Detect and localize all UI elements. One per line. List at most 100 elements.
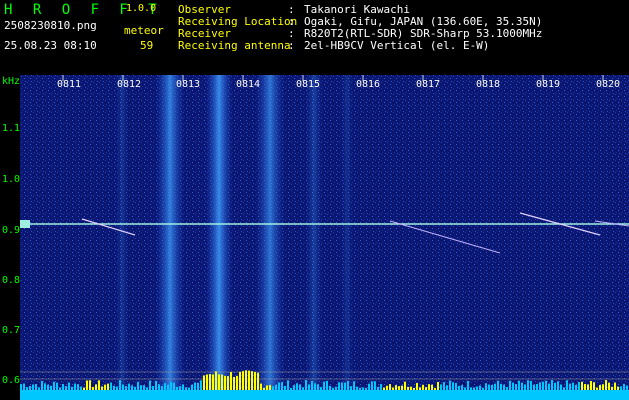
level-bar-segment [185, 387, 187, 390]
level-bar-segment [434, 387, 436, 390]
level-bar-segment [302, 387, 304, 390]
level-bar-segment [563, 387, 565, 390]
meteor-count: 59 [140, 39, 154, 52]
level-bar-segment [266, 385, 268, 390]
level-bar-segment [95, 384, 97, 390]
level-bar-segment [560, 384, 562, 390]
noise-band [255, 75, 285, 400]
level-bar-segment [239, 371, 241, 390]
noise-band [305, 75, 323, 400]
level-bar-segment [191, 384, 193, 390]
level-bar-segment [332, 387, 334, 390]
level-bar-segment [497, 380, 499, 390]
level-bar-segment [176, 386, 178, 390]
level-bar-segment [182, 384, 184, 390]
level-bar-segment [41, 380, 43, 390]
level-bar-segment [398, 386, 400, 390]
level-bar-segment [170, 381, 172, 390]
level-bar-segment [602, 384, 604, 390]
level-bar-segment [617, 386, 619, 390]
level-bar-segment [62, 384, 64, 390]
level-bar-segment [449, 380, 451, 390]
level-bar-segment [74, 383, 76, 390]
info-label-antenna: Receiving antenna [178, 39, 291, 52]
level-bar-segment [581, 381, 583, 390]
level-bar-segment [359, 387, 361, 390]
level-bar-segment [320, 386, 322, 390]
level-bar-segment [350, 386, 352, 390]
level-bar-segment [236, 375, 238, 390]
level-bar-segment [539, 382, 541, 390]
header-panel: H R O F F T 1.0.0 2508230810.png meteor … [0, 0, 629, 72]
spectrogram-background [20, 75, 629, 400]
level-bar-segment [89, 380, 91, 390]
level-bar-segment [71, 386, 73, 390]
level-bar-segment [506, 387, 508, 390]
level-bar-segment [134, 386, 136, 390]
level-bar-segment [158, 384, 160, 390]
level-bar-segment [374, 381, 376, 390]
level-bar-segment [626, 385, 628, 390]
level-bar-segment [461, 385, 463, 390]
level-bar-segment [197, 382, 199, 390]
level-bar-segment [101, 386, 103, 390]
level-bar-segment [533, 384, 535, 390]
level-bar-segment [218, 374, 220, 390]
level-bar-segment [32, 384, 34, 390]
y-tick-label: 0.7 [2, 325, 21, 336]
level-bar-segment [518, 380, 520, 390]
info-separator: : [288, 39, 295, 52]
level-bar-segment [257, 372, 259, 390]
carrier-blip [20, 220, 30, 228]
level-bar-segment [464, 387, 466, 390]
level-bar-segment [596, 387, 598, 390]
level-bar-segment [296, 383, 298, 390]
level-bar-segment [419, 387, 421, 390]
level-bar-segment [326, 380, 328, 390]
level-bar-segment [38, 387, 40, 390]
level-bar-segment [137, 381, 139, 390]
level-bar-segment [26, 387, 28, 390]
level-bar-segment [173, 382, 175, 390]
app-version: 1.0.0 [126, 3, 157, 14]
level-bar-segment [107, 383, 109, 390]
level-bar-segment [278, 382, 280, 390]
level-bar-segment [44, 383, 46, 390]
level-bar-segment [557, 381, 559, 390]
x-tick-label: 0815 [296, 79, 321, 90]
level-bar-segment [272, 386, 274, 390]
x-tick-label: 0817 [416, 79, 441, 90]
level-bar-segment [527, 380, 529, 390]
level-bar-segment [29, 386, 31, 390]
level-bar-segment [587, 384, 589, 390]
y-tick-label: 0.8 [2, 275, 21, 286]
level-bar-segment [233, 376, 235, 390]
level-bar-segment [146, 387, 148, 390]
level-bar-segment [353, 381, 355, 390]
level-bar-segment [59, 387, 61, 390]
x-tick-label: 0811 [57, 79, 82, 90]
spectrogram [20, 75, 629, 400]
x-tick-label: 0814 [236, 79, 261, 90]
level-bar-segment [608, 382, 610, 390]
level-bar-segment [566, 380, 568, 390]
level-bar-segment [440, 384, 442, 390]
level-bar-segment [395, 385, 397, 390]
level-bar-segment [584, 383, 586, 390]
level-bar-segment [542, 381, 544, 390]
level-bar-segment [260, 383, 262, 390]
x-tick-label: 0813 [176, 79, 201, 90]
level-bar-segment [536, 384, 538, 390]
x-tick-label: 0819 [536, 79, 561, 90]
level-bar-segment [371, 381, 373, 390]
level-bar-segment [35, 383, 37, 390]
level-bar-segment [467, 380, 469, 390]
level-bar-segment [221, 374, 223, 390]
level-bar-segment [500, 383, 502, 390]
level-bar-segment [422, 384, 424, 390]
level-bar-segment [365, 387, 367, 390]
level-bar-segment [155, 380, 157, 390]
level-bar-segment [392, 387, 394, 390]
level-bar-segment [206, 374, 208, 390]
level-bar-segment [377, 386, 379, 390]
